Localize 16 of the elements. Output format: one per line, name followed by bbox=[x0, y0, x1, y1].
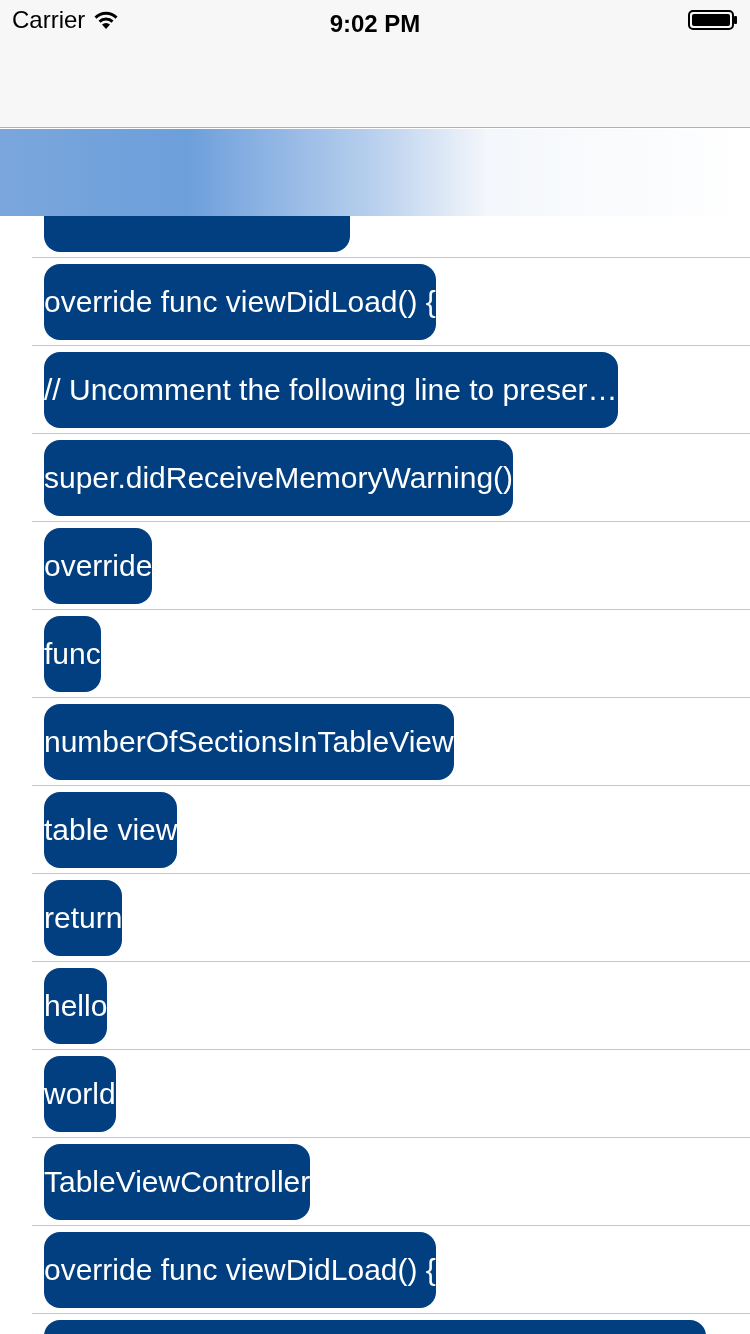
tag-pill: func bbox=[44, 615, 101, 692]
tag-pill: world bbox=[44, 1055, 116, 1132]
tag-pill: override func viewDidLoad() { bbox=[44, 263, 436, 340]
tag-pill: // Uncomment the following line to preser… bbox=[44, 351, 618, 428]
carrier-label: Carrier bbox=[12, 5, 86, 35]
tag-pill: TableViewController bbox=[44, 1143, 311, 1220]
tag-pill: super.didReceiveMemoryWarning() bbox=[44, 439, 514, 516]
tag-pill: table view bbox=[44, 791, 178, 868]
wifi-icon bbox=[93, 10, 120, 30]
tag-pill: return bbox=[44, 879, 123, 956]
tag-pill: override func viewDidLoad() { bbox=[44, 1231, 436, 1308]
tag-pill: override bbox=[44, 527, 153, 604]
tag-pill: hello bbox=[44, 967, 108, 1044]
tag-pill: numberOfSectionsInTableView bbox=[44, 703, 454, 780]
battery-icon bbox=[688, 10, 738, 30]
status-time: 9:02 PM bbox=[329, 9, 421, 39]
